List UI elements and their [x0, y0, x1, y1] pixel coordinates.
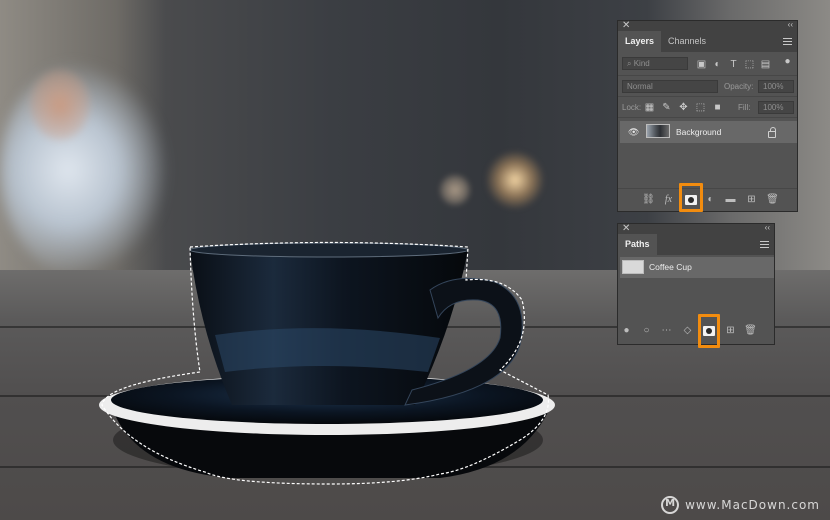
layer-row-background[interactable]: 👁 Background: [620, 121, 797, 143]
smart-object-filter-icon[interactable]: ▤: [760, 59, 771, 70]
load-selection-icon[interactable]: ⋯: [660, 325, 673, 337]
lock-image-icon[interactable]: ✎: [661, 102, 672, 113]
panel-menu-icon[interactable]: [783, 38, 792, 45]
close-icon[interactable]: ✕: [622, 20, 630, 31]
lock-transparent-icon[interactable]: ▦: [644, 102, 655, 113]
panel-menu-icon[interactable]: [760, 241, 769, 248]
folder-icon[interactable]: ▬: [724, 194, 737, 206]
paths-tabbar: Paths: [618, 234, 774, 255]
lock-position-icon[interactable]: ✥: [678, 102, 689, 113]
stroke-path-icon[interactable]: ○: [640, 325, 653, 337]
lock-all-icon[interactable]: ■: [712, 102, 723, 113]
panel-titlebar: ✕ ‹‹: [618, 223, 774, 234]
lock-label: Lock:: [622, 103, 642, 112]
adjustment-icon[interactable]: ◐: [704, 194, 717, 206]
new-layer-icon[interactable]: ⊞: [745, 194, 758, 206]
type-filter-icon[interactable]: T: [728, 59, 739, 70]
fx-icon[interactable]: fx: [662, 194, 675, 206]
fill-label: Fill:: [738, 103, 751, 112]
lock-icon: [768, 127, 776, 138]
add-mask-icon[interactable]: [685, 195, 697, 205]
filter-row: ⌕ Kind ▣ ◐ T ⬚ ▤ ●: [618, 52, 797, 76]
filter-kind-select[interactable]: ⌕ Kind: [622, 57, 688, 70]
path-thumbnail: [622, 260, 644, 274]
paths-panel: ✕ ‹‹ Paths Coffee Cup ● ○ ⋯ ◇ ⊞ 🗑: [617, 223, 775, 348]
link-icon[interactable]: ⛓: [642, 194, 655, 206]
path-row-coffee-cup[interactable]: Coffee Cup: [620, 257, 774, 278]
filter-kind-value: Kind: [633, 59, 650, 68]
layers-footer: ⛓ fx ◐ ▬ ⊞ 🗑: [618, 183, 797, 212]
pixel-filter-icon[interactable]: ▣: [696, 59, 707, 70]
cup-reflection: [215, 328, 440, 372]
watermark-text: www.MacDown.com: [685, 498, 820, 512]
lock-row: Lock: ▦ ✎ ✥ ⬚ ■ Fill: 100%: [618, 97, 797, 118]
path-name: Coffee Cup: [649, 262, 692, 272]
search-icon: ⌕: [627, 59, 634, 68]
layer-thumbnail: [646, 124, 670, 138]
lock-artboard-icon[interactable]: ⬚: [695, 102, 706, 113]
tab-channels[interactable]: Channels: [661, 31, 713, 52]
collapse-icon[interactable]: ‹‹: [765, 223, 770, 232]
opacity-label: Opacity:: [724, 82, 754, 91]
adjustment-filter-icon[interactable]: ◐: [712, 59, 723, 70]
layer-name: Background: [676, 127, 722, 137]
collapse-icon[interactable]: ‹‹: [788, 20, 793, 29]
close-icon[interactable]: ✕: [622, 223, 630, 234]
blend-mode-select[interactable]: Normal: [622, 80, 718, 93]
fill-field[interactable]: 100%: [758, 101, 794, 114]
layers-panel: ✕ ‹‹ Layers Channels ⌕ Kind ▣ ◐ T ⬚ ▤ ● …: [617, 20, 798, 212]
watermark: www.MacDown.com: [661, 496, 820, 514]
tab-layers[interactable]: Layers: [618, 31, 662, 52]
trash-icon[interactable]: 🗑: [744, 325, 757, 337]
new-path-icon[interactable]: ⊞: [724, 325, 737, 337]
opacity-field[interactable]: 100%: [758, 80, 794, 93]
layers-tabbar: Layers Channels: [618, 31, 797, 52]
eye-icon[interactable]: 👁: [628, 127, 639, 137]
shape-filter-icon[interactable]: ⬚: [744, 59, 755, 70]
paths-footer: ● ○ ⋯ ◇ ⊞ 🗑: [618, 314, 774, 348]
panel-titlebar: ✕ ‹‹: [618, 20, 797, 31]
blend-row: Normal Opacity: 100%: [618, 76, 797, 97]
add-mask-icon[interactable]: [703, 326, 715, 336]
make-work-path-icon[interactable]: ◇: [681, 325, 694, 337]
tab-paths[interactable]: Paths: [618, 234, 657, 255]
watermark-logo-icon: [661, 496, 680, 514]
filter-toggle-icon[interactable]: ●: [782, 56, 793, 67]
fill-path-icon[interactable]: ●: [620, 325, 633, 337]
trash-icon[interactable]: 🗑: [766, 194, 779, 206]
